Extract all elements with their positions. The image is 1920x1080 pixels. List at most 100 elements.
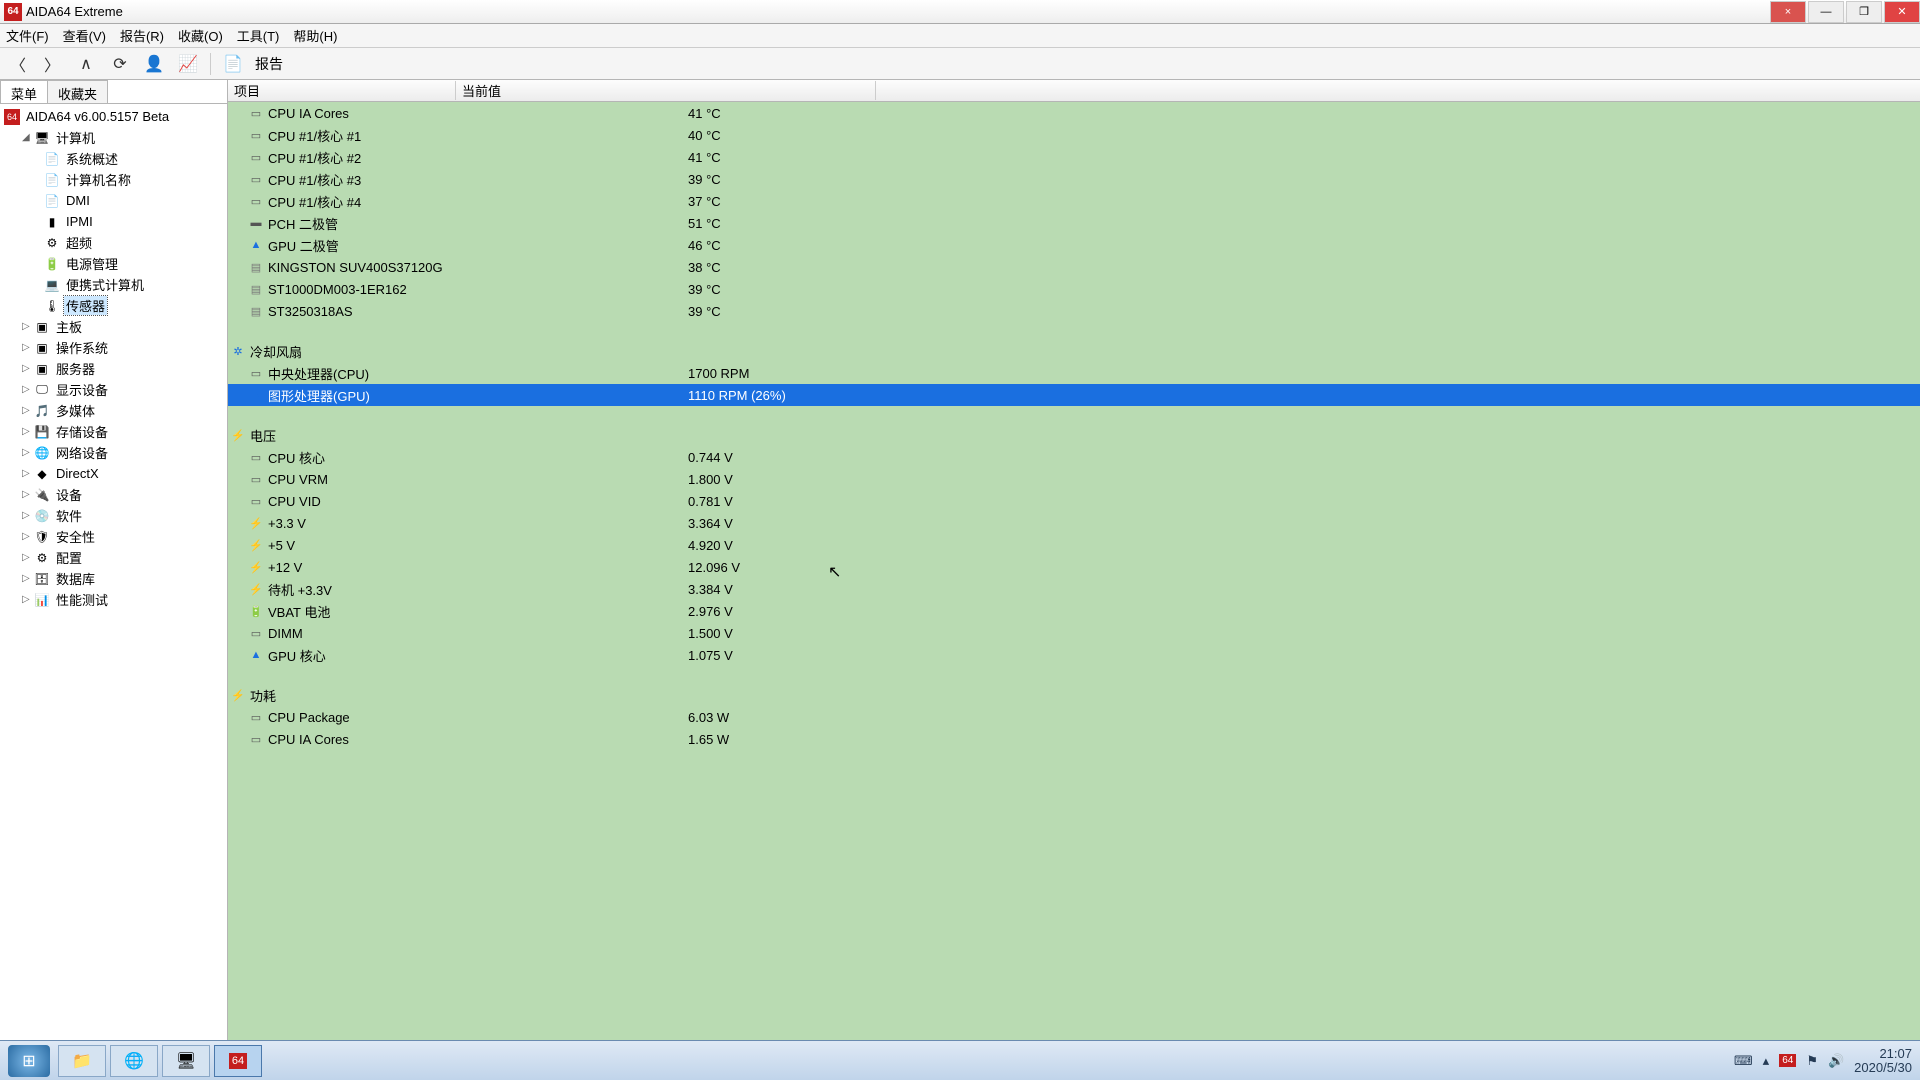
expand-icon[interactable]: ▷ (22, 363, 34, 374)
maximize-button[interactable]: ❐ (1846, 1, 1882, 23)
report-icon[interactable]: 📄 (221, 52, 245, 76)
tree-item[interactable]: ▷💾存储设备 (0, 421, 227, 442)
tray-aida-icon[interactable]: 64 (1779, 1054, 1796, 1067)
tray-keyboard-icon[interactable]: ⌨ (1734, 1053, 1753, 1069)
expand-icon[interactable]: ▷ (22, 510, 34, 521)
tree-item[interactable]: ▷⚙配置 (0, 547, 227, 568)
tray-chevron-icon[interactable]: ▴ (1763, 1053, 1770, 1069)
list-item[interactable]: 🔋VBAT 电池2.976 V (228, 600, 1920, 622)
refresh-icon[interactable]: ⟳ (108, 52, 132, 76)
tree-item[interactable]: 🔋电源管理 (0, 253, 227, 274)
expand-icon[interactable]: ▷ (22, 552, 34, 563)
tree-item[interactable]: ▷▣操作系统 (0, 337, 227, 358)
list-item[interactable]: ▭CPU IA Cores1.65 W (228, 728, 1920, 750)
tree-item[interactable]: 🌡传感器 (0, 295, 227, 316)
system-tray[interactable]: ⌨ ▴ 64 ⚑ 🔊 21:07 2020/5/30 (1734, 1047, 1912, 1075)
user-icon[interactable]: 👤 (142, 52, 166, 76)
col-item[interactable]: 项目 (228, 81, 456, 100)
task-aida64[interactable]: 64 (214, 1045, 262, 1077)
expand-icon[interactable]: ▷ (22, 321, 34, 332)
expand-icon[interactable]: ▷ (22, 531, 34, 542)
menu-report[interactable]: 报告(R) (120, 26, 164, 45)
tree-item[interactable]: 📄DMI (0, 190, 227, 211)
list-item[interactable]: ⚡待机 +3.3V3.384 V (228, 578, 1920, 600)
tray-volume-icon[interactable]: 🔊 (1828, 1053, 1844, 1069)
menu-favorites[interactable]: 收藏(O) (178, 26, 223, 45)
list-item[interactable]: ⚡+5 V4.920 V (228, 534, 1920, 556)
tree-item[interactable]: 📄计算机名称 (0, 169, 227, 190)
clock[interactable]: 21:07 2020/5/30 (1854, 1047, 1912, 1075)
list-item[interactable]: ▲图形处理器(GPU)1110 RPM (26%) (228, 384, 1920, 406)
collapse-icon[interactable]: ◢ (22, 132, 34, 143)
minimize-button[interactable]: — (1808, 1, 1844, 23)
tree-item[interactable]: ▮IPMI (0, 211, 227, 232)
tree-item[interactable]: ▷🗄数据库 (0, 568, 227, 589)
list-item[interactable]: ▲GPU 二极管46 °C (228, 234, 1920, 256)
col-value[interactable]: 当前值 (456, 81, 876, 100)
list-item[interactable]: ▤ST3250318AS39 °C (228, 300, 1920, 322)
up-icon[interactable]: ∧ (74, 52, 98, 76)
tree-item[interactable]: 📄系统概述 (0, 148, 227, 169)
report-label[interactable]: 报告 (255, 54, 283, 74)
list-item[interactable]: ⚡+12 V12.096 V (228, 556, 1920, 578)
list-item[interactable]: ▭CPU #1/核心 #241 °C (228, 146, 1920, 168)
tree-item[interactable]: ▷▣主板 (0, 316, 227, 337)
generic-button[interactable]: × (1770, 1, 1806, 23)
list-item[interactable]: ▭DIMM1.500 V (228, 622, 1920, 644)
tree-item[interactable]: ▷◆DirectX (0, 463, 227, 484)
list-item[interactable]: ▭CPU Package6.03 W (228, 706, 1920, 728)
close-button[interactable]: ✕ (1884, 1, 1920, 23)
tree-item[interactable]: ▷▣服务器 (0, 358, 227, 379)
expand-icon[interactable]: ▷ (22, 594, 34, 605)
tree-item[interactable]: ▷🎵多媒体 (0, 400, 227, 421)
menu-tools[interactable]: 工具(T) (237, 26, 280, 45)
list-item[interactable]: ▤KINGSTON SUV400S37120G38 °C (228, 256, 1920, 278)
task-settings[interactable]: 🖥 (162, 1045, 210, 1077)
tree-item[interactable]: ▷🛡安全性 (0, 526, 227, 547)
expand-icon[interactable]: ▷ (22, 426, 34, 437)
expand-icon[interactable]: ▷ (22, 405, 34, 416)
tree-item[interactable]: ▷🖵显示设备 (0, 379, 227, 400)
forward-icon[interactable]: 〉 (40, 52, 64, 76)
list-item[interactable]: ▭CPU 核心0.744 V (228, 446, 1920, 468)
task-explorer[interactable]: 📁 (58, 1045, 106, 1077)
task-browser[interactable]: 🌐 (110, 1045, 158, 1077)
list-item[interactable]: ▭CPU #1/核心 #140 °C (228, 124, 1920, 146)
menu-help[interactable]: 帮助(H) (293, 26, 337, 45)
expand-icon[interactable]: ▷ (22, 573, 34, 584)
tab-menu[interactable]: 菜单 (0, 80, 48, 103)
separator (210, 53, 211, 75)
list-item[interactable]: ▭CPU VRM1.800 V (228, 468, 1920, 490)
tree-item[interactable]: ▷📊性能测试 (0, 589, 227, 610)
sensor-list[interactable]: ▭CPU IA Cores41 °C▭CPU #1/核心 #140 °C▭CPU… (228, 102, 1920, 1040)
expand-icon[interactable]: ▷ (22, 489, 34, 500)
chart-icon[interactable]: 📈 (176, 52, 200, 76)
expand-icon[interactable]: ▷ (22, 447, 34, 458)
tree[interactable]: 64 AIDA64 v6.00.5157 Beta ◢ 🖥 计算机 📄系统概述📄… (0, 104, 227, 1040)
tree-item[interactable]: 💻便携式计算机 (0, 274, 227, 295)
list-item[interactable]: ▭CPU #1/核心 #339 °C (228, 168, 1920, 190)
menu-file[interactable]: 文件(F) (6, 26, 49, 45)
list-item[interactable]: ▭CPU #1/核心 #437 °C (228, 190, 1920, 212)
list-item[interactable]: ▭CPU VID0.781 V (228, 490, 1920, 512)
list-item[interactable]: ▤ST1000DM003-1ER16239 °C (228, 278, 1920, 300)
list-item[interactable]: ▭CPU IA Cores41 °C (228, 102, 1920, 124)
tree-item[interactable]: ▷🌐网络设备 (0, 442, 227, 463)
list-item[interactable]: ⚡+3.3 V3.364 V (228, 512, 1920, 534)
list-item[interactable]: ▬PCH 二极管51 °C (228, 212, 1920, 234)
tree-item[interactable]: ▷🔌设备 (0, 484, 227, 505)
tree-computer[interactable]: ◢ 🖥 计算机 (0, 127, 227, 148)
menu-view[interactable]: 查看(V) (63, 26, 106, 45)
tray-flag-icon[interactable]: ⚑ (1806, 1053, 1818, 1069)
back-icon[interactable]: 〈 (6, 52, 30, 76)
expand-icon[interactable]: ▷ (22, 342, 34, 353)
expand-icon[interactable]: ▷ (22, 384, 34, 395)
tree-item[interactable]: ▷💿软件 (0, 505, 227, 526)
start-button[interactable]: ⊞ (8, 1045, 50, 1077)
tab-favorites[interactable]: 收藏夹 (47, 80, 108, 103)
expand-icon[interactable]: ▷ (22, 468, 34, 479)
tree-root[interactable]: 64 AIDA64 v6.00.5157 Beta (0, 106, 227, 127)
tree-item[interactable]: ⚙超频 (0, 232, 227, 253)
list-item[interactable]: ▭中央处理器(CPU)1700 RPM (228, 362, 1920, 384)
list-item[interactable]: ▲GPU 核心1.075 V (228, 644, 1920, 666)
